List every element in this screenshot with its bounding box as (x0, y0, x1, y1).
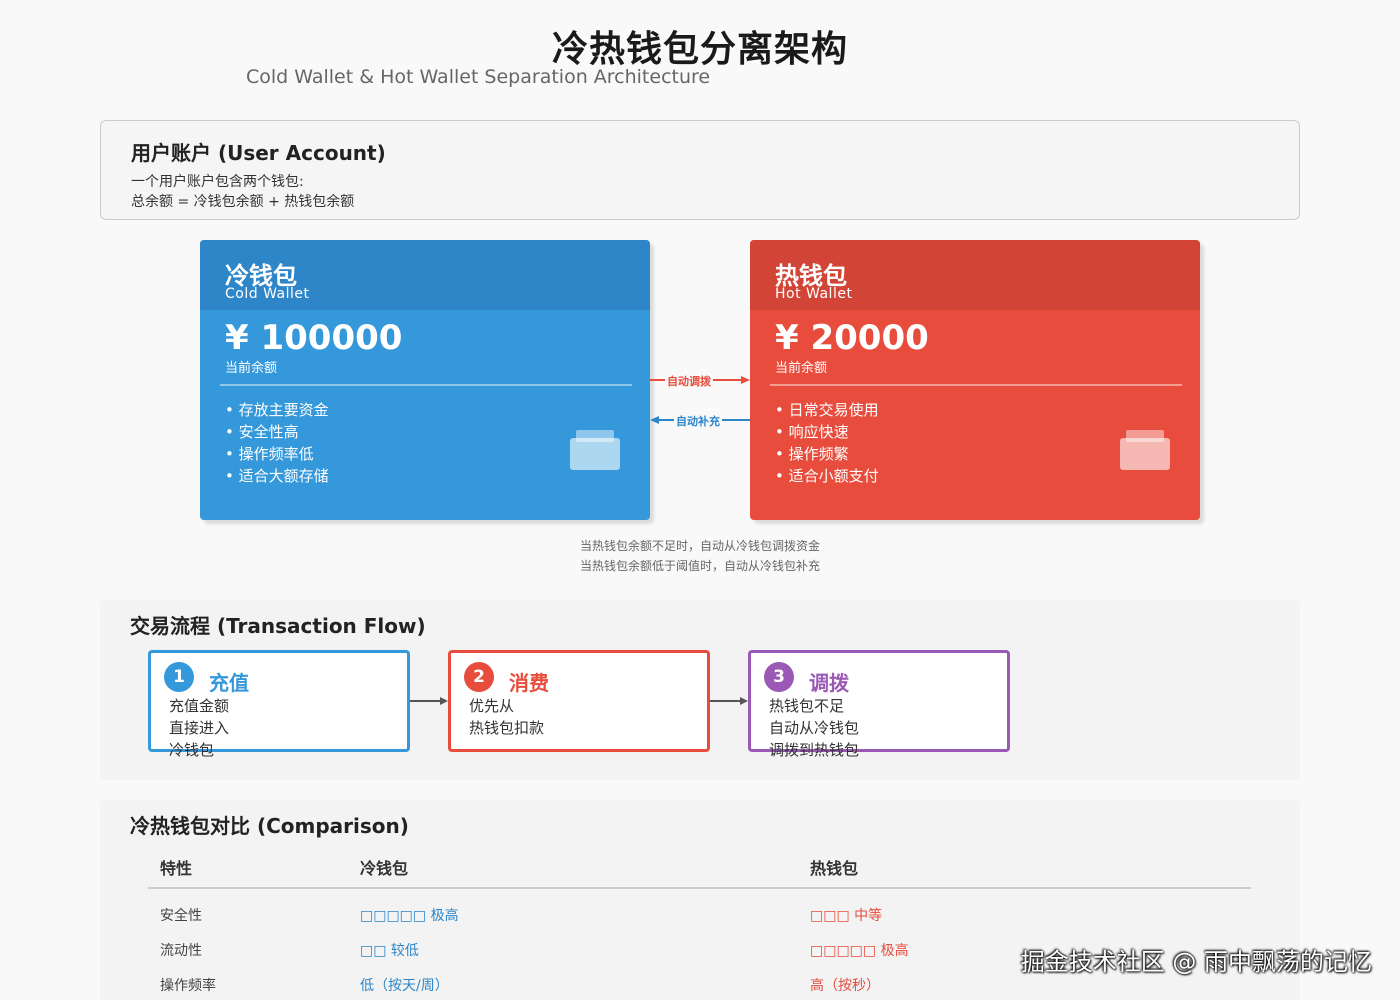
flow-arrow-icon (710, 697, 748, 705)
table-cell: □□ 较低 (360, 943, 419, 959)
user-account-title: 用户账户 (User Account) (131, 141, 386, 165)
flow-title: 交易流程 (Transaction Flow) (130, 614, 426, 638)
table-cell: □□□□□ 极高 (360, 908, 459, 924)
hot-wallet-amount: ¥ 20000 (775, 318, 929, 358)
user-account-box: 用户账户 (User Account) 一个用户账户包含两个钱包: 总余额 = … (100, 120, 1300, 220)
watermark: 掘金技术社区 @ 雨中飘荡的记忆 (1020, 948, 1372, 976)
note-line: 当热钱包余额不足时，自动从冷钱包调拨资金 (579, 539, 820, 553)
comparison-title: 冷热钱包对比 (Comparison) (130, 814, 409, 838)
step-line: 冷钱包 (169, 741, 215, 759)
step-line: 优先从 (469, 697, 515, 715)
arrow-label-auto-replenish: 自动补充 (674, 413, 722, 429)
cold-wallet-feature: • 存放主要资金 (225, 401, 329, 419)
comparison-divider (148, 887, 1251, 889)
hot-wallet-feature: • 适合小额支付 (775, 467, 879, 485)
cold-wallet-feature: • 适合大额存储 (225, 467, 329, 485)
table-cell: 高（按秒） (810, 978, 880, 994)
page-subtitle: Cold Wallet & Hot Wallet Separation Arch… (246, 66, 711, 88)
hot-wallet-feature: • 响应快速 (775, 423, 849, 441)
step-number: 2 (464, 662, 494, 692)
cold-wallet-feature: • 安全性高 (225, 423, 299, 441)
flow-step-transfer: 3 调拨 热钱包不足 自动从冷钱包 调拨到热钱包 (748, 650, 1010, 759)
hot-wallet-amount-label: 当前余额 (775, 361, 828, 376)
step-line: 热钱包不足 (769, 697, 845, 715)
step-title: 消费 (509, 671, 549, 695)
step-line: 热钱包扣款 (469, 719, 545, 737)
cold-wallet-en-name: Cold Wallet (225, 286, 310, 302)
user-account-formula: 总余额 = 冷钱包余额 + 热钱包余额 (131, 194, 355, 210)
comparison-header: 冷钱包 (360, 859, 409, 878)
cold-wallet-amount-label: 当前余额 (225, 361, 278, 376)
transaction-flow-section: 交易流程 (Transaction Flow) 1 充值 充值金额 直接进入 冷… (100, 600, 1300, 780)
arrow-to-hot-head (741, 376, 750, 384)
note-line: 当热钱包余额低于阈值时，自动从冷钱包补充 (579, 559, 820, 573)
hot-wallet-feature: • 日常交易使用 (775, 401, 879, 419)
table-cell: □□□ 中等 (810, 908, 883, 924)
comparison-header: 特性 (160, 859, 193, 878)
step-number: 3 (764, 662, 794, 692)
table-cell: 流动性 (160, 943, 202, 959)
user-account-desc: 一个用户账户包含两个钱包: (131, 174, 304, 190)
step-title: 调拨 (809, 671, 849, 695)
page-title: 冷热钱包分离架构 (551, 29, 848, 70)
arrow-label-auto-transfer: 自动调拨 (665, 373, 713, 389)
hot-wallet-feature: • 操作频繁 (775, 445, 849, 463)
step-line: 充值金额 (169, 697, 230, 715)
wallet-icon (1120, 430, 1170, 470)
wallet-icon (570, 430, 620, 470)
table-cell: 安全性 (160, 908, 202, 924)
cold-wallet-card: 冷钱包 Cold Wallet ¥ 100000 当前余额 • 存放主要资金 •… (200, 240, 650, 520)
step-line: 调拨到热钱包 (769, 741, 860, 759)
hot-wallet-card: 热钱包 Hot Wallet ¥ 20000 当前余额 • 日常交易使用 • 响… (750, 240, 1200, 520)
hot-wallet-en-name: Hot Wallet (775, 286, 853, 302)
flow-step-deposit: 1 充值 充值金额 直接进入 冷钱包 (148, 650, 410, 759)
cold-wallet-amount: ¥ 100000 (225, 318, 403, 358)
step-line: 直接进入 (169, 719, 230, 737)
flow-step-consume: 2 消费 优先从 热钱包扣款 (448, 650, 710, 752)
step-number: 1 (164, 662, 194, 692)
step-line: 自动从冷钱包 (769, 719, 860, 737)
table-cell: □□□□□ 极高 (810, 943, 909, 959)
step-title: 充值 (209, 671, 249, 695)
arrow-to-cold-head (650, 416, 659, 424)
comparison-header: 热钱包 (810, 859, 859, 878)
hot-wallet-divider (770, 384, 1182, 386)
table-cell: 低（按天/周） (360, 978, 449, 994)
flow-arrow-icon (410, 697, 448, 705)
cold-wallet-feature: • 操作频率低 (225, 445, 314, 463)
table-cell: 操作频率 (160, 978, 216, 994)
cold-wallet-divider (220, 384, 632, 386)
